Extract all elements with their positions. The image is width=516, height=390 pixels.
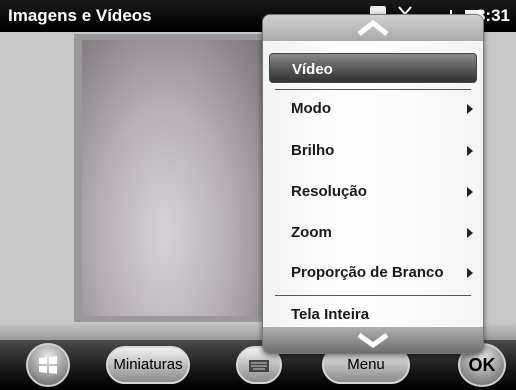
menu-separator bbox=[275, 89, 471, 90]
camera-viewfinder[interactable] bbox=[82, 40, 266, 316]
chevron-down-icon bbox=[357, 332, 389, 348]
app-title: Imagens e Vídeos bbox=[8, 6, 152, 25]
menu-item-label: Resolução bbox=[291, 183, 367, 200]
menu-item-resolucao[interactable]: Resolução bbox=[269, 176, 477, 206]
popup-menu: Vídeo Modo Brilho Resolução Zoom Proporç… bbox=[262, 14, 484, 354]
menu-separator bbox=[275, 295, 471, 296]
menu-scroll-down[interactable] bbox=[263, 327, 483, 353]
menu-item-zoom[interactable]: Zoom bbox=[269, 217, 477, 247]
menu-item-tela-inteira[interactable]: Tela Inteira bbox=[269, 299, 477, 329]
menu-item-brilho[interactable]: Brilho bbox=[269, 135, 477, 165]
thumbnails-button[interactable]: Miniaturas bbox=[106, 346, 190, 384]
menu-item-label: Zoom bbox=[291, 224, 332, 241]
menu-scroll-up[interactable] bbox=[263, 15, 483, 41]
submenu-arrow-icon bbox=[467, 187, 473, 197]
chevron-up-icon bbox=[357, 20, 389, 36]
start-button[interactable] bbox=[26, 343, 70, 387]
menu-item-label: Vídeo bbox=[292, 61, 333, 78]
menu-item-modo[interactable]: Modo bbox=[269, 93, 477, 123]
submenu-arrow-icon bbox=[467, 104, 473, 114]
menu-item-label: Tela Inteira bbox=[291, 306, 370, 323]
submenu-arrow-icon bbox=[467, 228, 473, 238]
windows-logo-icon bbox=[39, 356, 57, 374]
menu-item-label: Brilho bbox=[291, 142, 335, 159]
keyboard-icon bbox=[249, 360, 269, 372]
submenu-arrow-icon bbox=[467, 268, 473, 278]
menu-item-proporcao-de-branco[interactable]: Proporção de Branco bbox=[269, 257, 477, 287]
menu-item-video[interactable]: Vídeo bbox=[269, 53, 477, 83]
menu-item-label: Modo bbox=[291, 100, 331, 117]
menu-item-label: Proporção de Branco bbox=[291, 264, 444, 281]
submenu-arrow-icon bbox=[467, 146, 473, 156]
